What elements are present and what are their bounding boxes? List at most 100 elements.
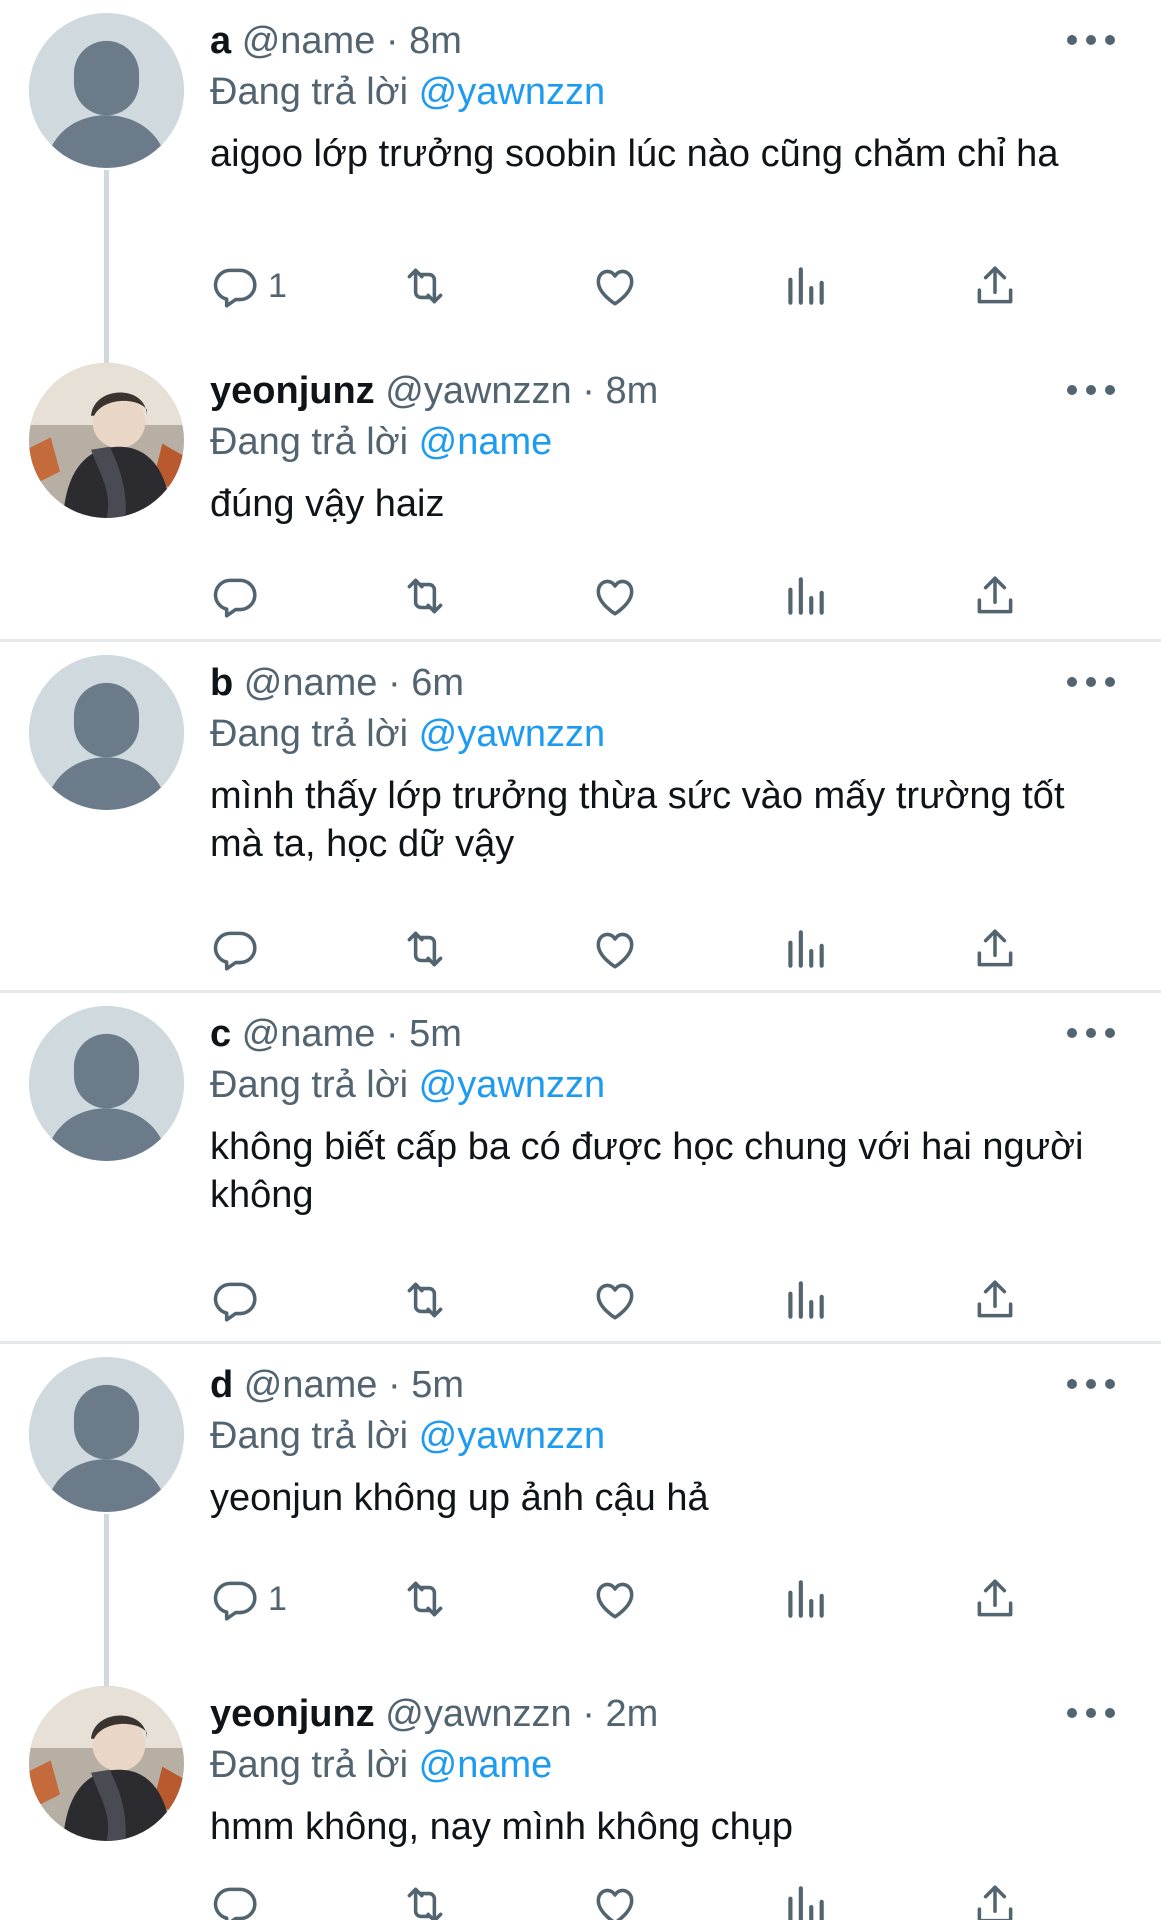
replying-label: Đang trả lời <box>210 713 409 755</box>
header-separator: · <box>387 1364 401 1406</box>
replying-label: Đang trả lời <box>210 421 409 463</box>
share-button[interactable] <box>970 1569 1020 1629</box>
retweet-button[interactable] <box>400 256 450 316</box>
mention-link[interactable]: @name <box>419 421 553 463</box>
mention-link[interactable]: @yawnzzn <box>419 71 605 113</box>
tweet-text: không biết cấp ba có được học chung với … <box>210 1126 1084 1216</box>
avatar[interactable] <box>29 363 184 518</box>
like-button[interactable] <box>590 1270 640 1330</box>
more-icon[interactable] <box>1067 1701 1115 1725</box>
thread-connector-line <box>104 170 109 365</box>
tweet-time[interactable]: 8m <box>409 20 462 62</box>
user-handle[interactable]: @yawnzzn <box>385 370 571 412</box>
avatar[interactable] <box>29 1006 184 1161</box>
views-button[interactable] <box>780 256 830 316</box>
header-separator: · <box>582 370 595 412</box>
tweet-time[interactable]: 6m <box>411 662 464 704</box>
views-button[interactable] <box>780 566 830 626</box>
mention-link[interactable]: @yawnzzn <box>419 713 605 755</box>
replying-to-line: Đang trả lời @yawnzzn <box>210 1062 605 1108</box>
reply-icon <box>210 261 260 311</box>
more-icon[interactable] <box>1067 1021 1115 1045</box>
display-name[interactable]: d <box>210 1364 233 1406</box>
reply-icon <box>210 924 260 974</box>
reply-button[interactable] <box>210 1875 268 1920</box>
reply-thread: a @name · 8m Đang trả lời @yawnzzn aigoo… <box>0 0 1161 1920</box>
tweet-text: hmm không, nay mình không chụp <box>210 1806 794 1848</box>
retweet-button[interactable] <box>400 1270 450 1330</box>
reply-icon <box>210 1275 260 1325</box>
reply-button[interactable]: 1 <box>210 256 287 316</box>
analytics-icon <box>780 1574 830 1624</box>
like-button[interactable] <box>590 256 640 316</box>
display-name[interactable]: yeonjunz <box>210 1693 375 1735</box>
retweet-button[interactable] <box>400 1569 450 1629</box>
share-icon <box>970 1880 1020 1920</box>
tweet[interactable]: d @name · 5m Đang trả lời @yawnzzn yeonj… <box>0 1344 1161 1694</box>
reply-button[interactable] <box>210 1270 268 1330</box>
share-icon <box>970 1275 1020 1325</box>
user-handle[interactable]: @name <box>244 1364 378 1406</box>
tweet[interactable]: b @name · 6m Đang trả lời @yawnzzn mình … <box>0 642 1161 993</box>
tweet-actions <box>210 1270 1040 1330</box>
reply-button[interactable] <box>210 919 268 979</box>
share-button[interactable] <box>970 1270 1020 1330</box>
display-name[interactable]: b <box>210 662 233 704</box>
retweet-icon <box>400 1275 450 1325</box>
replying-label: Đang trả lời <box>210 1744 409 1786</box>
mention-link[interactable]: @yawnzzn <box>419 1064 605 1106</box>
tweet-time[interactable]: 5m <box>409 1013 462 1055</box>
tweet-time[interactable]: 2m <box>605 1693 658 1735</box>
views-button[interactable] <box>780 1270 830 1330</box>
header-separator: · <box>387 662 401 704</box>
tweet[interactable]: yeonjunz @yawnzzn · 8m Đang trả lời @nam… <box>0 350 1161 642</box>
avatar[interactable] <box>29 13 184 168</box>
avatar[interactable] <box>29 1686 184 1841</box>
retweet-button[interactable] <box>400 1875 450 1920</box>
display-name[interactable]: a <box>210 20 231 62</box>
share-button[interactable] <box>970 566 1020 626</box>
user-handle[interactable]: @name <box>242 20 376 62</box>
tweet[interactable]: yeonjunz @yawnzzn · 2m Đang trả lời @nam… <box>0 1673 1161 1920</box>
mention-link[interactable]: @yawnzzn <box>419 1415 605 1457</box>
views-button[interactable] <box>780 1569 830 1629</box>
retweet-button[interactable] <box>400 919 450 979</box>
display-name[interactable]: yeonjunz <box>210 370 375 412</box>
views-button[interactable] <box>780 1875 830 1920</box>
display-name[interactable]: c <box>210 1013 231 1055</box>
more-icon[interactable] <box>1067 28 1115 52</box>
tweet[interactable]: c @name · 5m Đang trả lời @yawnzzn không… <box>0 993 1161 1344</box>
more-icon[interactable] <box>1067 1372 1115 1396</box>
like-button[interactable] <box>590 566 640 626</box>
avatar[interactable] <box>29 655 184 810</box>
share-icon <box>970 261 1020 311</box>
tweet[interactable]: a @name · 8m Đang trả lời @yawnzzn aigoo… <box>0 0 1161 365</box>
tweet-text: đúng vậy haiz <box>210 483 445 525</box>
analytics-icon <box>780 1275 830 1325</box>
share-button[interactable] <box>970 919 1020 979</box>
tweet-actions <box>210 566 1040 626</box>
like-button[interactable] <box>590 919 640 979</box>
more-icon[interactable] <box>1067 670 1115 694</box>
user-handle[interactable]: @yawnzzn <box>385 1693 571 1735</box>
user-handle[interactable]: @name <box>242 1013 376 1055</box>
share-button[interactable] <box>970 256 1020 316</box>
views-button[interactable] <box>780 919 830 979</box>
tweet-time[interactable]: 5m <box>411 1364 464 1406</box>
user-handle[interactable]: @name <box>244 662 378 704</box>
more-icon[interactable] <box>1067 378 1115 402</box>
mention-link[interactable]: @name <box>419 1744 553 1786</box>
tweet-time[interactable]: 8m <box>605 370 658 412</box>
analytics-icon <box>780 571 830 621</box>
heart-icon <box>590 1574 640 1624</box>
thread-connector-line <box>104 1514 109 1694</box>
reply-button[interactable] <box>210 566 268 626</box>
reply-icon <box>210 1880 260 1920</box>
like-button[interactable] <box>590 1569 640 1629</box>
share-button[interactable] <box>970 1875 1020 1920</box>
avatar[interactable] <box>29 1357 184 1512</box>
like-button[interactable] <box>590 1875 640 1920</box>
tweet-header: c @name · 5m <box>210 1011 462 1057</box>
retweet-button[interactable] <box>400 566 450 626</box>
reply-button[interactable]: 1 <box>210 1569 287 1629</box>
